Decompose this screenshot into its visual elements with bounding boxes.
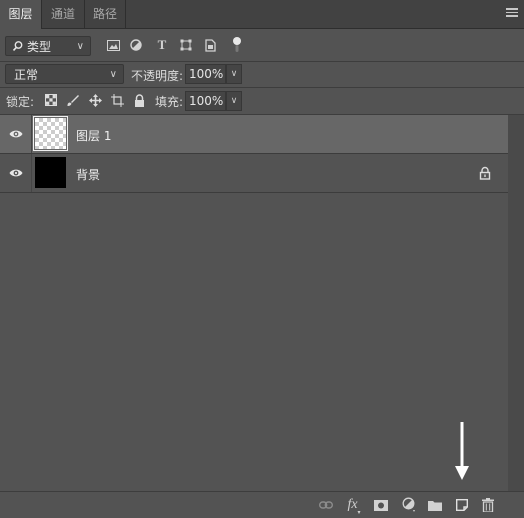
divider [0,61,524,62]
opacity-input[interactable]: 100% [185,64,226,84]
visibility-eye-icon[interactable] [9,167,23,179]
background-lock-icon[interactable] [479,166,491,180]
panel-bottom-toolbar: fx ▾ [0,491,524,518]
divider [31,154,32,192]
fill-input[interactable]: 100% [185,91,226,111]
shape-filter-icon[interactable] [179,38,193,52]
chevron-down-icon: ∨ [76,41,84,52]
layer-name[interactable]: 图层 1 [76,127,111,144]
lock-image-pixels-brush-icon[interactable] [65,93,79,107]
adjustment-filter-icon[interactable] [129,38,143,52]
fx-label: fx [347,497,358,512]
layer-style-fx-icon[interactable]: fx ▾ [347,497,361,516]
layer-thumbnail-black[interactable] [35,157,66,188]
tab-paths[interactable]: 路径 [85,0,126,28]
annotation-arrow-icon [455,422,469,480]
divider [0,87,524,88]
layer-thumbnail-transparent[interactable] [33,116,68,151]
layers-list: 图层 1 背景 [0,115,508,491]
panel-menu-icon[interactable] [506,8,518,20]
lock-transparent-pixels-icon[interactable] [44,93,58,107]
smart-object-filter-icon[interactable] [203,38,217,52]
add-mask-icon[interactable] [374,498,388,512]
layer-row-layer-1[interactable]: 图层 1 [0,115,508,154]
layer-name[interactable]: 背景 [76,166,100,183]
visibility-eye-icon[interactable] [9,128,23,140]
tab-channels[interactable]: 通道 [42,0,85,28]
blend-mode-select[interactable]: 正常 ∨ [5,64,124,84]
fill-label: 填充: [155,95,184,109]
divider [31,115,32,153]
lock-position-move-icon[interactable] [88,93,102,107]
delete-layer-icon[interactable] [481,498,495,512]
filter-kind-select[interactable]: 类型 ∨ [5,36,91,56]
new-adjustment-layer-icon[interactable] [402,497,416,512]
layers-panel: 图层 通道 路径 类型 ∨ T 正常 ∨ 不透明度: 100% ∨ 锁定: 填充… [0,0,524,518]
link-layers-icon[interactable] [319,498,333,512]
layer-row-background[interactable]: 背景 [0,154,508,193]
scrollbar-track[interactable] [508,115,524,491]
filter-kind-label: 类型 [27,40,52,54]
new-group-folder-icon[interactable] [428,498,442,512]
opacity-dropdown-button[interactable]: ∨ [226,64,242,84]
new-layer-icon[interactable] [455,498,469,512]
opacity-label: 不透明度: [131,69,184,83]
search-icon [12,37,23,63]
lock-all-icon[interactable] [132,93,146,107]
lock-artboard-icon[interactable] [110,93,124,107]
image-filter-icon[interactable] [106,38,120,52]
tab-layers[interactable]: 图层 [0,0,42,29]
fill-dropdown-button[interactable]: ∨ [226,91,242,111]
chevron-down-icon: ∨ [109,69,117,80]
lock-label: 锁定: [6,95,35,109]
filter-toggle-icon[interactable] [230,36,244,54]
type-filter-icon[interactable]: T [155,37,169,52]
panel-tab-bar: 图层 通道 路径 [0,0,524,29]
blend-mode-value: 正常 [14,68,39,82]
